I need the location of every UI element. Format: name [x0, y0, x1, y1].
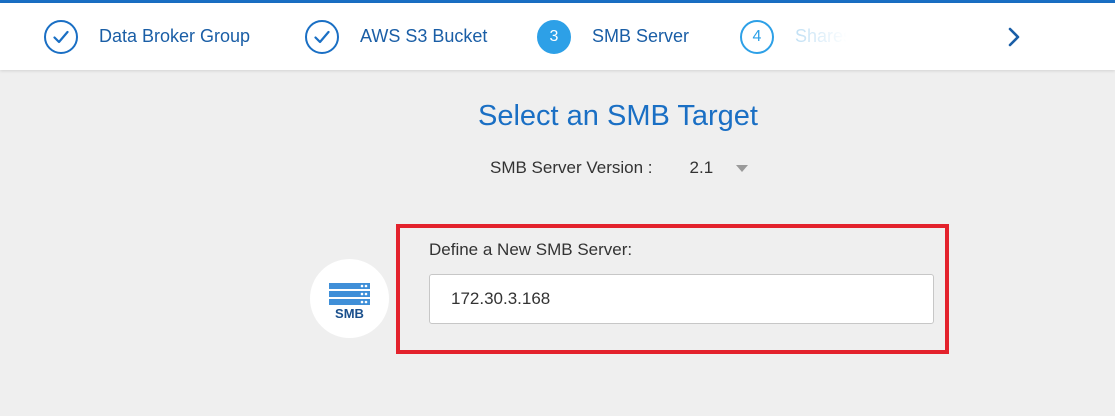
- caret-down-icon: [735, 164, 748, 172]
- step-label: AWS S3 Bucket: [360, 26, 488, 46]
- smb-version-value: 2.1: [689, 158, 714, 177]
- step-aws-s3-bucket[interactable]: AWS S3 Bucket: [305, 3, 487, 70]
- chevron-right-icon[interactable]: [1004, 26, 1024, 48]
- wizard-stepper: Data Broker Group AWS S3 Bucket 3 SMB Se…: [0, 3, 1115, 70]
- smb-logo-text: SMB: [335, 306, 364, 321]
- step-label: SMB Server: [592, 26, 690, 46]
- smb-version-dropdown[interactable]: 2.1: [690, 158, 748, 178]
- server-icon: [329, 283, 370, 305]
- step-data-broker-group[interactable]: Data Broker Group: [44, 3, 250, 70]
- step-shares[interactable]: 4 Shares: [740, 3, 847, 70]
- smb-version-label: SMB Server Version :: [490, 158, 653, 177]
- smb-logo: SMB: [310, 259, 389, 338]
- step-number: 4: [740, 19, 774, 54]
- step-smb-server[interactable]: 3 SMB Server: [537, 3, 689, 70]
- step-label: Data Broker Group: [99, 26, 251, 46]
- smb-version-row: SMB Server Version : 2.1: [490, 158, 748, 178]
- step-number: 3: [537, 19, 571, 54]
- smb-server-address-input[interactable]: [429, 274, 934, 324]
- check-icon: [44, 19, 78, 54]
- page-title: Select an SMB Target: [478, 100, 758, 132]
- check-icon: [305, 19, 339, 54]
- step-label: Shares: [795, 26, 847, 46]
- new-smb-server-label: Define a New SMB Server:: [429, 240, 633, 259]
